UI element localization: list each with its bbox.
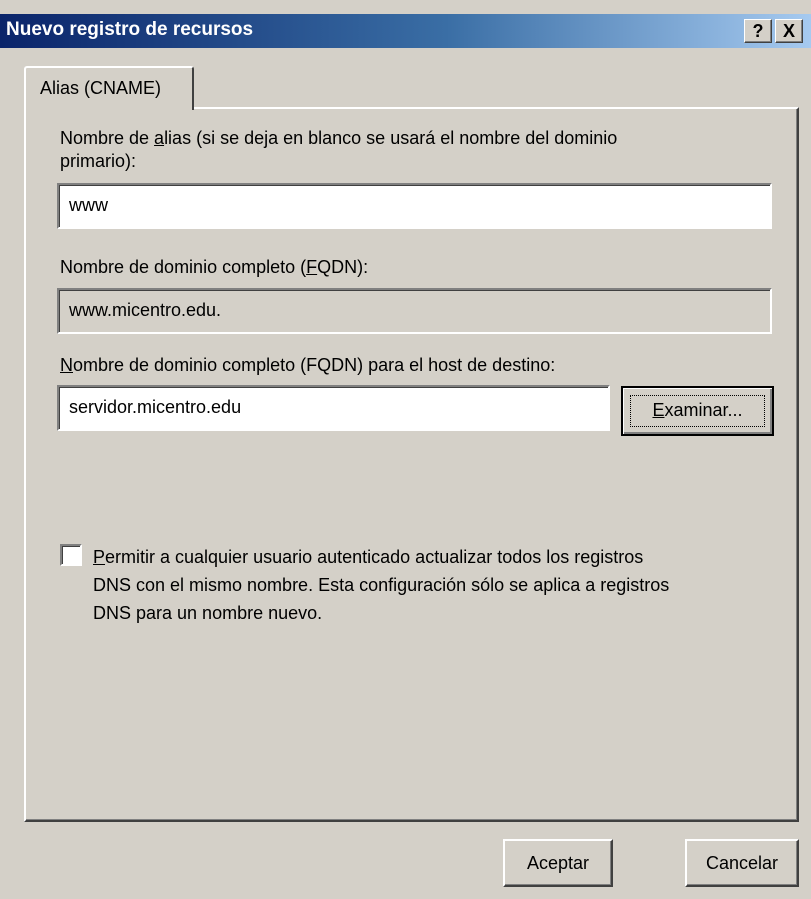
- target-host-input[interactable]: servidor.micentro.edu: [57, 385, 610, 431]
- fqdn-label-text-b: QDN):: [317, 257, 369, 277]
- browse-mnemonic: E: [652, 400, 665, 420]
- ok-button[interactable]: Aceptar: [503, 839, 613, 887]
- title-bar: Nuevo registro de recursos ? X: [0, 14, 811, 48]
- permission-checkbox[interactable]: [60, 544, 82, 566]
- browse-label: xaminar...: [664, 400, 743, 420]
- fqdn-label: Nombre de dominio completo (FQDN):: [60, 256, 368, 279]
- dialog-window: Nuevo registro de recursos ? X Alias (CN…: [0, 0, 811, 899]
- window-title: Nuevo registro de recursos: [6, 19, 254, 40]
- alias-label-text-b: lias (si se deja en blanco se usará el n…: [164, 128, 618, 148]
- tab-alias-cname[interactable]: Alias (CNAME): [24, 66, 194, 110]
- browse-button[interactable]: Examinar...: [621, 386, 774, 436]
- cancel-button[interactable]: Cancelar: [685, 839, 799, 887]
- alias-input[interactable]: www: [57, 183, 772, 229]
- alias-label-text-a: Nombre de: [60, 128, 155, 148]
- tab-label: Alias (CNAME): [40, 78, 162, 98]
- target-label-mnemonic: N: [60, 355, 73, 375]
- fqdn-label-mnemonic: F: [306, 257, 318, 277]
- alias-label-mnemonic: a: [154, 128, 165, 148]
- permission-mnemonic: P: [93, 547, 106, 567]
- fqdn-label-text-a: Nombre de dominio completo (: [60, 257, 307, 277]
- permission-label[interactable]: Permitir a cualquier usuario autenticado…: [93, 543, 783, 627]
- alias-label: Nombre de alias (si se deja en blanco se…: [60, 127, 617, 173]
- permission-line-3: DNS para un nombre nuevo.: [93, 603, 323, 623]
- help-button[interactable]: ?: [744, 19, 772, 43]
- target-label-text: ombre de dominio completo (FQDN) para el…: [73, 355, 556, 375]
- close-button[interactable]: X: [775, 19, 803, 43]
- permission-line-2: DNS con el mismo nombre. Esta configurac…: [93, 575, 670, 595]
- alias-label-text-c: primario):: [60, 151, 137, 171]
- fqdn-readonly-field: www.micentro.edu.: [57, 288, 772, 334]
- permission-line-1: ermitir a cualquier usuario autenticado …: [105, 547, 644, 567]
- target-label: Nombre de dominio completo (FQDN) para e…: [60, 354, 555, 377]
